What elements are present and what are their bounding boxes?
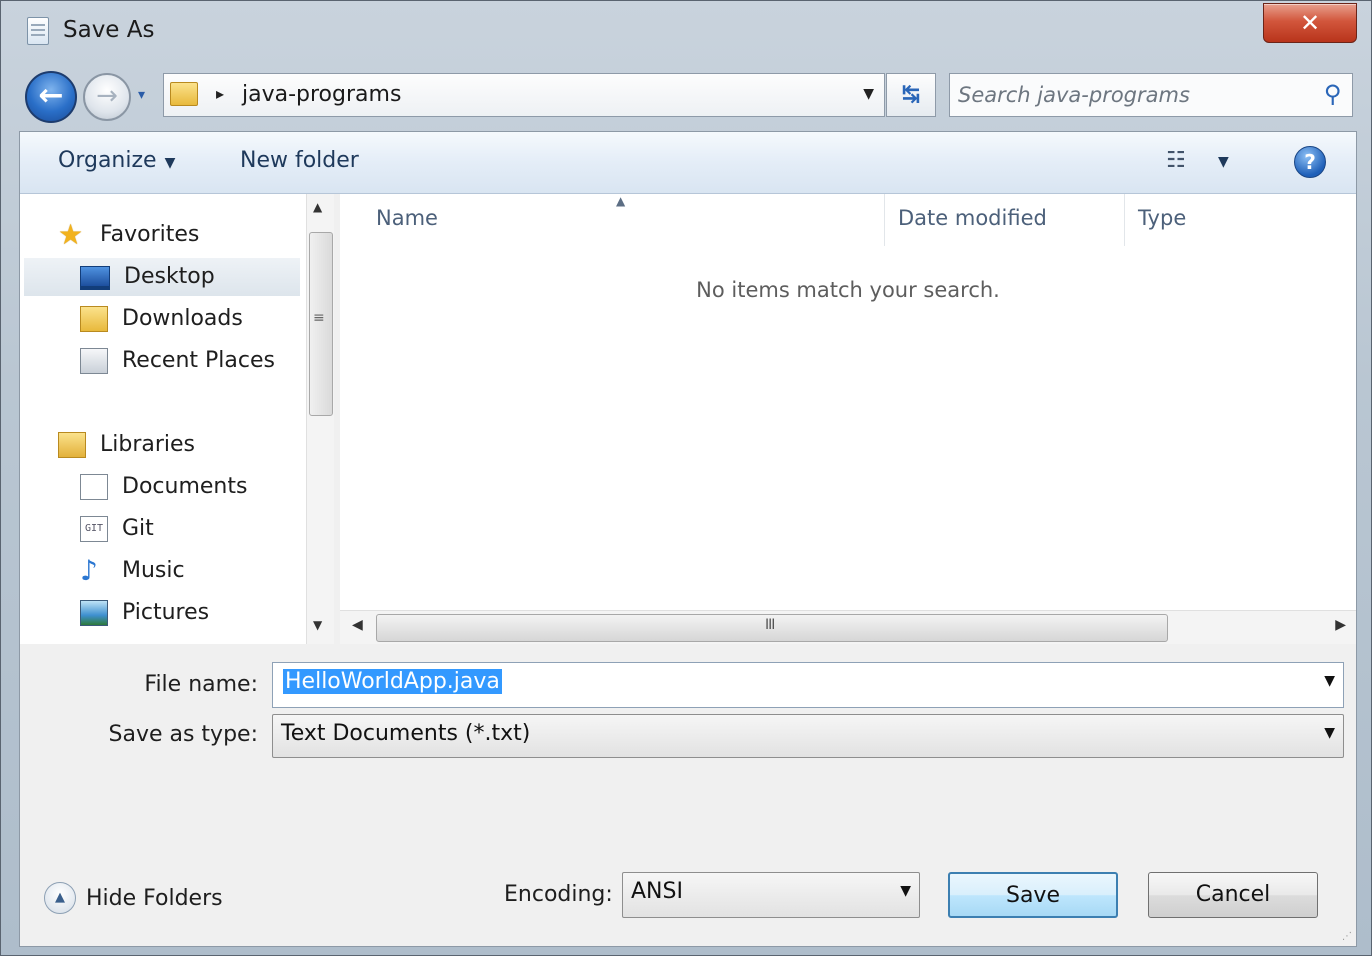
- scroll-grip-icon: ≡: [313, 310, 325, 326]
- dialog-body: Organize ▼ New folder ☷ ▼ ? ★ Favorites D…: [19, 131, 1357, 947]
- sort-ascending-icon: ▲: [616, 194, 626, 208]
- search-icon[interactable]: ⚲: [1324, 80, 1342, 108]
- encoding-select[interactable]: ANSI ▼: [622, 872, 920, 918]
- help-button[interactable]: ?: [1294, 146, 1326, 178]
- sidebar-item-label: Git: [122, 516, 154, 541]
- window-title: Save As: [63, 17, 155, 43]
- save-as-type-label: Save as type:: [108, 722, 259, 747]
- sidebar-item-label: Pictures: [122, 600, 210, 625]
- desktop-icon: [80, 266, 110, 290]
- recent-locations-dropdown[interactable]: ▾: [138, 87, 145, 103]
- column-divider[interactable]: [884, 194, 885, 246]
- refresh-button[interactable]: ↹: [886, 73, 936, 117]
- recent-places-icon: [80, 348, 108, 374]
- command-bar: Organize ▼ New folder ☷ ▼ ?: [20, 132, 1356, 194]
- sidebar-item-label: Libraries: [100, 432, 196, 457]
- file-name-selected-text[interactable]: HelloWorldApp.java: [283, 669, 502, 694]
- sidebar-item-label: Downloads: [122, 306, 243, 331]
- sidebar-item-libraries[interactable]: Libraries: [58, 426, 298, 464]
- title-bar: Save As ✕: [1, 1, 1371, 65]
- navigation-scrollbar[interactable]: ▲ ≡ ▼: [306, 194, 334, 644]
- documents-icon: [80, 474, 108, 500]
- chevron-down-icon[interactable]: ▼: [900, 883, 911, 899]
- views-icon[interactable]: ☷: [1166, 148, 1186, 173]
- scroll-thumb[interactable]: III: [376, 614, 1168, 642]
- sidebar-item-downloads[interactable]: Downloads: [80, 300, 300, 338]
- file-name-field[interactable]: HelloWorldApp.java ▼: [272, 662, 1344, 708]
- scroll-down-icon[interactable]: ▼: [313, 618, 322, 632]
- search-input[interactable]: [958, 80, 1308, 110]
- scroll-right-icon[interactable]: ▶: [1335, 617, 1346, 633]
- sidebar-item-label: Desktop: [124, 264, 215, 289]
- chevron-down-icon[interactable]: ▼: [1324, 725, 1335, 741]
- scroll-up-icon[interactable]: ▲: [313, 200, 322, 214]
- column-divider[interactable]: [1124, 194, 1125, 246]
- sidebar-item-label: Documents: [122, 474, 248, 499]
- chevron-down-icon: ▼: [164, 155, 176, 171]
- cancel-button[interactable]: Cancel: [1148, 872, 1318, 918]
- search-box[interactable]: ⚲: [949, 73, 1353, 117]
- horizontal-scrollbar[interactable]: ◀ III ▶: [340, 610, 1356, 644]
- libraries-icon: [58, 432, 86, 458]
- folder-icon: [170, 82, 198, 106]
- save-button[interactable]: Save: [948, 872, 1118, 918]
- sidebar-item-music[interactable]: ♪ Music: [80, 552, 300, 590]
- resize-grip-icon[interactable]: ⋰: [1342, 931, 1352, 942]
- column-header-type[interactable]: Type: [1138, 206, 1186, 230]
- encoding-label: Encoding:: [504, 882, 613, 907]
- breadcrumb-java-programs[interactable]: java-programs: [242, 82, 401, 107]
- organize-label: Organize: [58, 148, 157, 173]
- sidebar-item-pictures[interactable]: Pictures: [80, 594, 300, 632]
- close-button[interactable]: ✕: [1263, 3, 1357, 43]
- encoding-value: ANSI: [631, 879, 683, 904]
- star-icon: ★: [58, 218, 84, 251]
- save-as-type-select[interactable]: Text Documents (*.txt) ▼: [272, 714, 1344, 758]
- empty-folder-message: No items match your search.: [696, 278, 1000, 302]
- sidebar-item-desktop[interactable]: Desktop: [24, 258, 300, 296]
- music-icon: ♪: [80, 554, 98, 587]
- new-folder-button[interactable]: New folder: [240, 148, 359, 173]
- views-dropdown-icon[interactable]: ▼: [1218, 154, 1229, 170]
- file-name-label: File name:: [144, 672, 258, 697]
- hide-folders-label: Hide Folders: [86, 886, 223, 911]
- sidebar-item-documents[interactable]: Documents: [80, 468, 300, 506]
- sidebar-item-favorites[interactable]: ★ Favorites: [58, 216, 298, 254]
- column-header-date-modified[interactable]: Date modified: [898, 206, 1047, 230]
- scroll-grip-icon: III: [765, 617, 775, 633]
- sidebar-item-label: Recent Places: [122, 348, 275, 373]
- git-icon: GIT: [80, 516, 108, 542]
- address-bar[interactable]: ▸ java-programs ▼: [163, 73, 885, 117]
- sidebar-item-git[interactable]: GIT Git: [80, 510, 300, 548]
- file-list[interactable]: ▲ Name Date modified Type No items match…: [340, 194, 1356, 610]
- sidebar-item-label: Music: [122, 558, 185, 583]
- navigation-pane: ★ Favorites Desktop Downloads Recent Pla…: [20, 194, 306, 644]
- notepad-icon: [27, 17, 49, 45]
- sidebar-item-recent-places[interactable]: Recent Places: [80, 342, 300, 380]
- collapse-up-icon: ▲: [44, 882, 76, 914]
- downloads-folder-icon: [80, 306, 108, 332]
- column-header-name[interactable]: Name: [376, 206, 438, 230]
- save-as-dialog: Save As ✕ ← → ▾ ▸ java-programs ▼ ↹ ⚲ Or…: [0, 0, 1372, 956]
- sidebar-item-label: Favorites: [100, 222, 200, 247]
- chevron-down-icon[interactable]: ▼: [1324, 673, 1335, 689]
- pictures-icon: [80, 600, 108, 626]
- breadcrumb-chevron-icon[interactable]: ▸: [216, 84, 224, 103]
- scroll-left-icon[interactable]: ◀: [352, 617, 363, 633]
- back-button[interactable]: ←: [25, 71, 77, 123]
- forward-button[interactable]: →: [83, 73, 131, 121]
- save-as-type-value: Text Documents (*.txt): [281, 721, 531, 746]
- organize-button[interactable]: Organize ▼: [58, 148, 175, 173]
- address-dropdown-icon[interactable]: ▼: [863, 86, 874, 102]
